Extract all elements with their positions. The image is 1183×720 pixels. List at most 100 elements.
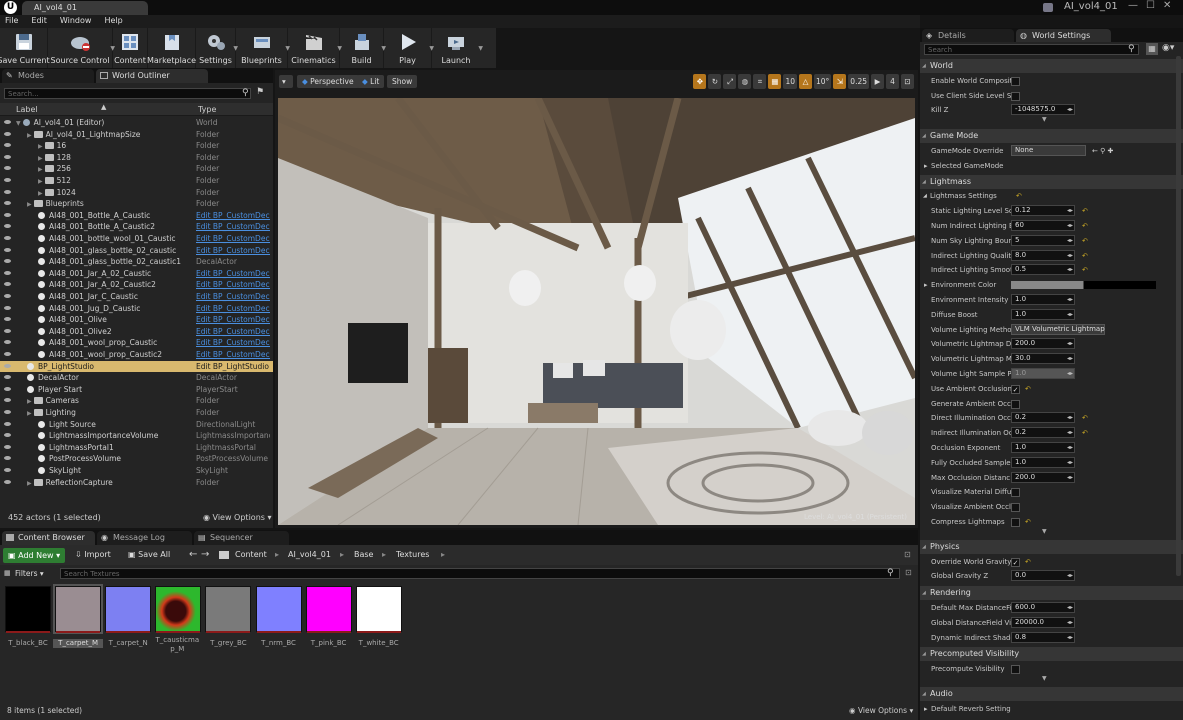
- tab-content-browser[interactable]: Content Browser: [2, 531, 95, 545]
- visibility-eye-icon[interactable]: [4, 340, 11, 345]
- reset-to-default-icon[interactable]: ↶: [1082, 204, 1088, 218]
- visibility-eye-icon[interactable]: [4, 398, 11, 403]
- spin-arrows-icon[interactable]: ◂▸: [1067, 293, 1073, 307]
- visibility-eye-icon[interactable]: [4, 479, 11, 484]
- property-value-input[interactable]: 20000.0: [1011, 616, 1075, 628]
- expand-arrow-icon[interactable]: ▶: [38, 166, 43, 173]
- close-icon[interactable]: ✕: [1163, 0, 1179, 11]
- tab-sequencer[interactable]: ▤ Sequencer: [194, 531, 289, 545]
- outliner-row[interactable]: AI48_001_bottle_wool_01_Caustic Edit BP_C…: [0, 233, 273, 245]
- visibility-eye-icon[interactable]: [4, 410, 11, 414]
- spin-arrows-icon[interactable]: ◂▸: [1067, 569, 1073, 583]
- world-local-icon[interactable]: ◍: [738, 74, 752, 89]
- outliner-row[interactable]: DecalActor DecalActor: [0, 372, 273, 384]
- property-value-input[interactable]: 8.0: [1011, 249, 1075, 261]
- spin-arrows-icon[interactable]: ◂▸: [1067, 456, 1073, 470]
- lightmass-settings-group[interactable]: ◢ Lightmass Settings ↶: [920, 189, 1183, 203]
- property-value-input[interactable]: 200.0: [1011, 471, 1075, 483]
- edit-blueprint-link[interactable]: Edit BP_CustomDeca: [196, 245, 270, 256]
- visibility-eye-icon[interactable]: [4, 259, 11, 264]
- reset-to-default-icon[interactable]: ↶: [1025, 382, 1031, 396]
- tab-modes[interactable]: ✎ Modes: [2, 69, 94, 83]
- edit-blueprint-link[interactable]: Edit BP_CustomDeca: [196, 337, 270, 348]
- category-physics[interactable]: Physics: [920, 539, 1183, 554]
- outliner-row[interactable]: Light Source DirectionalLight: [0, 419, 273, 431]
- outliner-row[interactable]: ▶ ReflectionCapture Folder: [0, 477, 273, 489]
- property-value-input[interactable]: 1.0: [1011, 308, 1075, 320]
- outliner-row[interactable]: AI48_001_Jar_A_02_Caustic Edit BP_CustomD…: [0, 268, 273, 280]
- reset-to-default-icon[interactable]: ↶: [1082, 249, 1088, 263]
- document-tab[interactable]: AI_vol4_01: [22, 1, 148, 15]
- outliner-row[interactable]: ▶ 256 Folder: [0, 163, 273, 175]
- outliner-row[interactable]: Player Start PlayerStart: [0, 384, 273, 396]
- reset-to-default-icon[interactable]: ↶: [1016, 189, 1022, 203]
- viewport-options-button[interactable]: ▾: [279, 75, 293, 88]
- property-value-input[interactable]: 1.0: [1011, 442, 1075, 453]
- spin-arrows-icon[interactable]: ◂▸: [1067, 601, 1073, 615]
- back-arrow-icon[interactable]: ←: [189, 549, 197, 560]
- property-value-input[interactable]: 60: [1011, 220, 1075, 231]
- outliner-row[interactable]: PostProcessVolume PostProcessVolume: [0, 453, 273, 465]
- add-new-button[interactable]: ▣ Add New ▾: [3, 548, 65, 563]
- property-value-input[interactable]: 0.8: [1011, 631, 1075, 643]
- visibility-eye-icon[interactable]: [4, 189, 11, 194]
- save-all-button[interactable]: ▣ Save All: [128, 550, 170, 559]
- property-value-input[interactable]: 1.0: [1011, 294, 1075, 305]
- spin-arrows-icon[interactable]: ◂▸: [1067, 204, 1073, 218]
- tab-message-log[interactable]: ◉ Message Log: [97, 531, 192, 545]
- visibility-eye-icon[interactable]: [4, 212, 11, 217]
- edit-blueprint-link[interactable]: Edit BP_CustomDeca: [196, 279, 270, 290]
- spin-arrows-icon[interactable]: ◂▸: [1067, 263, 1073, 277]
- outliner-row[interactable]: AI48_001_Olive Edit BP_CustomDeca: [0, 314, 273, 326]
- spin-arrows-icon[interactable]: ◂▸: [1067, 441, 1073, 455]
- maximize-viewport-icon[interactable]: ⊡: [901, 74, 914, 89]
- rotation-snap-icon[interactable]: △: [799, 74, 812, 89]
- visibility-eye-icon[interactable]: [4, 120, 11, 124]
- camera-speed-icon[interactable]: ▶: [871, 74, 884, 89]
- texture-thumbnail[interactable]: [205, 586, 252, 633]
- save-current-button[interactable]: Save Current: [0, 28, 50, 68]
- outliner-row[interactable]: AI48_001_wool_prop_Caustic Edit BP_Custom…: [0, 337, 273, 349]
- visibility-eye-icon[interactable]: [4, 305, 11, 310]
- property-dropdown[interactable]: None: [1011, 145, 1086, 156]
- texture-thumbnail[interactable]: [255, 586, 302, 633]
- texture-thumbnail[interactable]: [305, 586, 352, 633]
- reset-to-default-icon[interactable]: ↶: [1082, 426, 1088, 440]
- advanced-expand-icon[interactable]: ▼: [1042, 528, 1047, 535]
- import-button[interactable]: ⇩ Import: [75, 550, 111, 559]
- spin-arrows-icon[interactable]: ◂▸: [1067, 631, 1073, 645]
- property-checkbox[interactable]: [1011, 503, 1020, 513]
- property-checkbox[interactable]: [1011, 665, 1020, 675]
- menu-help[interactable]: Help: [104, 15, 122, 28]
- path-textures[interactable]: Textures: [396, 550, 429, 559]
- outliner-row[interactable]: ▶ Cameras Folder: [0, 395, 273, 407]
- edit-blueprint-link[interactable]: Edit BP_CustomDeca: [196, 233, 270, 244]
- outliner-row[interactable]: LightmassImportanceVolume LightmassImport…: [0, 430, 273, 442]
- visibility-eye-icon[interactable]: [4, 363, 11, 368]
- grid-snap-icon[interactable]: ▦: [768, 74, 782, 89]
- property-checkbox[interactable]: [1011, 91, 1020, 101]
- category-rendering[interactable]: Rendering: [920, 586, 1183, 601]
- reset-to-default-icon[interactable]: ↶: [1082, 263, 1088, 277]
- lock-icon[interactable]: ⊡: [904, 550, 911, 559]
- texture-search-input[interactable]: Search Textures: [60, 568, 900, 579]
- property-checkbox[interactable]: [1011, 518, 1020, 527]
- outliner-row[interactable]: ▶ 128 Folder: [0, 152, 273, 164]
- visibility-eye-icon[interactable]: [4, 224, 11, 229]
- cb-view-options-button[interactable]: ◉ View Options ▾: [849, 706, 913, 715]
- spin-arrows-icon[interactable]: ◂▸: [1067, 308, 1073, 322]
- collapse-arrow-icon[interactable]: ◢: [923, 189, 927, 203]
- edit-blueprint-link[interactable]: Edit BP_CustomDeca: [196, 326, 270, 337]
- expand-arrow-icon[interactable]: ▸: [924, 278, 928, 292]
- path-ai-vol4[interactable]: AI_vol4_01: [288, 550, 331, 559]
- spin-arrows-icon[interactable]: ◂▸: [1067, 103, 1073, 117]
- expand-arrow-icon[interactable]: ▶: [38, 190, 43, 197]
- visibility-eye-icon[interactable]: [4, 444, 11, 449]
- visibility-eye-icon[interactable]: [4, 433, 11, 438]
- texture-thumbnail[interactable]: [105, 586, 152, 633]
- visibility-eye-icon[interactable]: [4, 282, 11, 287]
- tab-world-settings[interactable]: ◍ World Settings: [1016, 29, 1111, 43]
- expand-arrow-icon[interactable]: ▶: [27, 132, 32, 139]
- expand-arrow-icon[interactable]: ▼: [16, 120, 21, 127]
- category-lightmass[interactable]: Lightmass: [920, 174, 1183, 189]
